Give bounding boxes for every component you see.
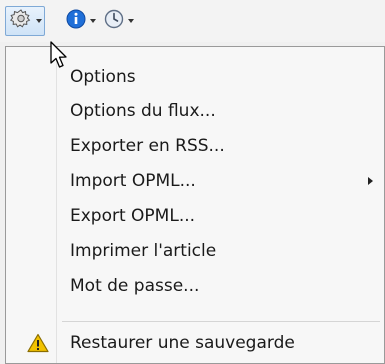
menu-item-export-rss[interactable]: Exporter en RSS... <box>7 130 383 162</box>
menu-item-label: Mot de passe... <box>70 276 200 296</box>
clock-icon <box>104 9 124 33</box>
app-window: Options Options du flux... Exporter en R… <box>0 0 385 364</box>
menu-item-password[interactable]: Mot de passe... <box>7 270 383 302</box>
menu-item-import-opml[interactable]: Import OPML... <box>7 165 383 197</box>
settings-menu-button[interactable] <box>5 6 45 36</box>
chevron-right-icon <box>368 177 373 185</box>
toolbar <box>0 0 385 42</box>
menu-item-label: Options du flux... <box>70 101 216 121</box>
menu-item-feed-options[interactable]: Options du flux... <box>7 95 383 127</box>
menu-item-label: Export OPML... <box>70 206 196 226</box>
info-icon <box>66 9 86 33</box>
menu-item-restore-backup[interactable]: Restaurer une sauvegarde <box>7 327 383 359</box>
chevron-down-icon <box>128 19 134 23</box>
chevron-down-icon <box>90 19 96 23</box>
settings-dropdown-menu: Options Options du flux... Exporter en R… <box>5 46 385 364</box>
menu-separator <box>62 321 380 322</box>
menu-item-export-opml[interactable]: Export OPML... <box>7 200 383 232</box>
menu-item-label: Import OPML... <box>70 171 196 191</box>
info-menu-button[interactable] <box>62 6 96 36</box>
menu-item-print-article[interactable]: Imprimer l'article <box>7 235 383 267</box>
menu-item-label: Restaurer une sauvegarde <box>70 333 295 353</box>
menu-item-label: Options <box>70 67 136 87</box>
chevron-down-icon <box>36 19 42 23</box>
menu-item-options[interactable]: Options <box>7 61 383 93</box>
history-menu-button[interactable] <box>100 6 136 36</box>
menu-item-label: Exporter en RSS... <box>70 136 225 156</box>
menu-item-label: Imprimer l'article <box>70 241 217 261</box>
warning-icon <box>27 333 49 353</box>
gear-icon <box>10 8 32 34</box>
